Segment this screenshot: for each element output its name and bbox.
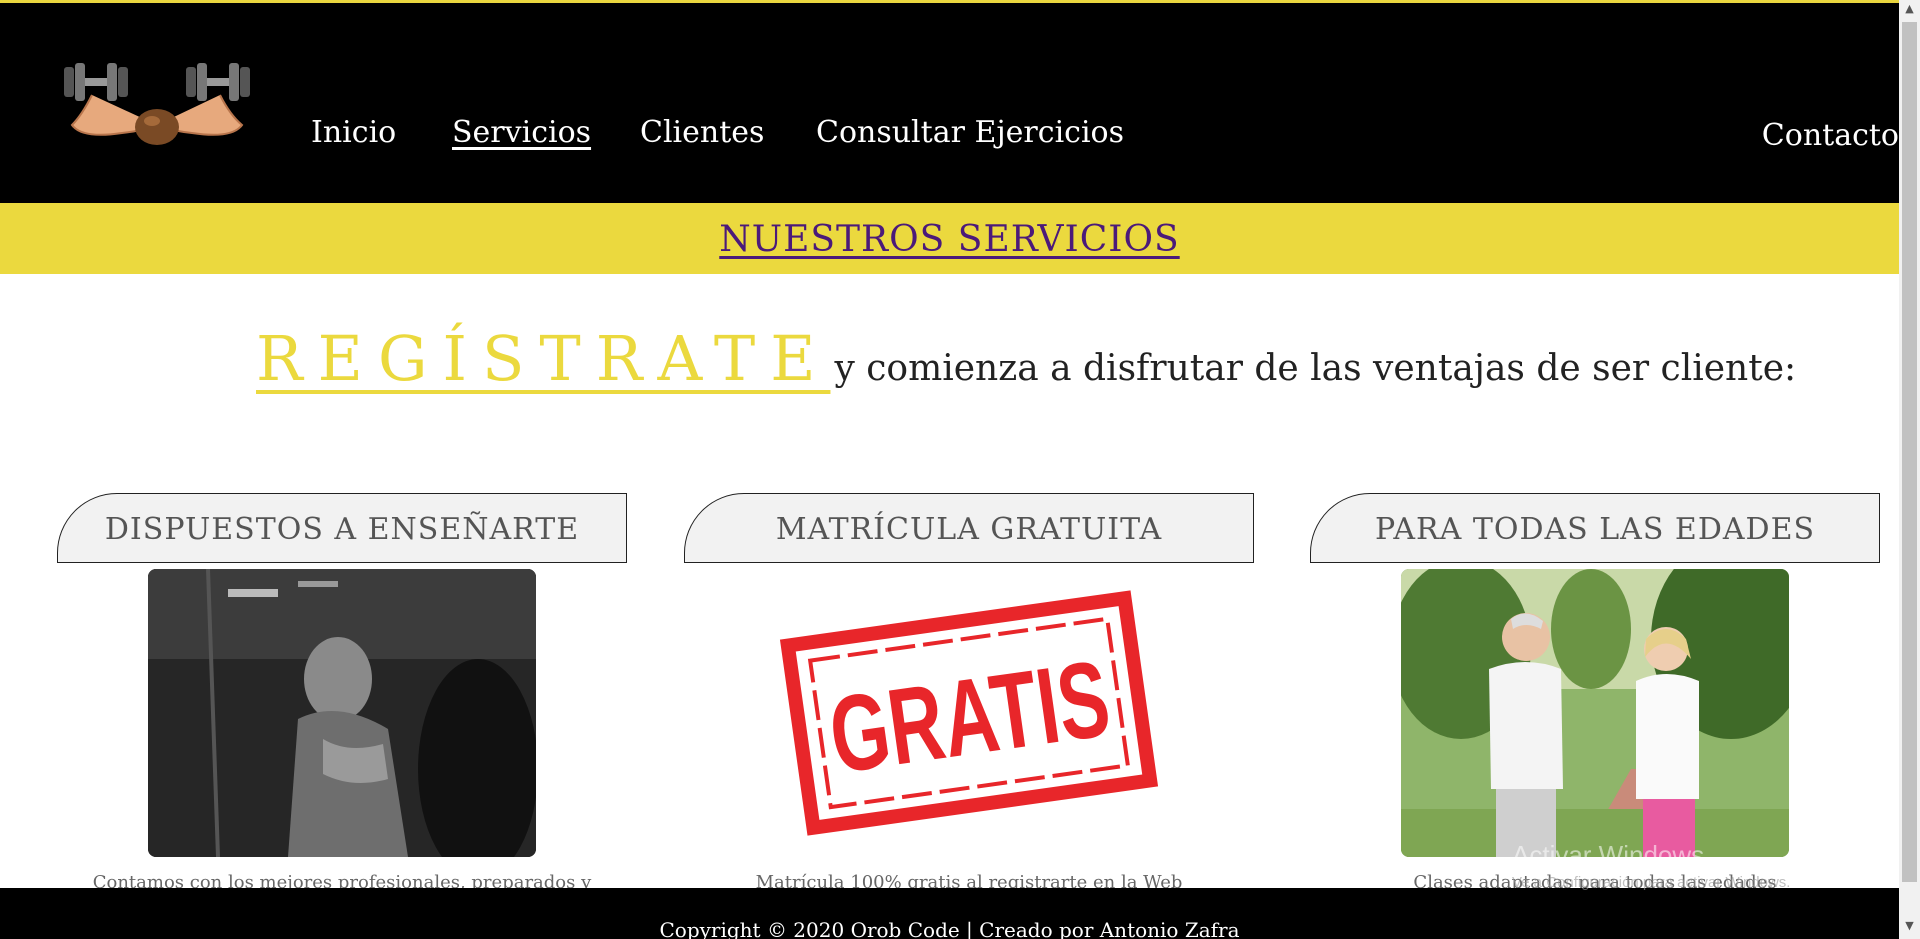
card-image-trainer	[148, 569, 536, 857]
register-tagline: y comienza a disfrutar de las ventajas d…	[834, 348, 1797, 389]
services-banner: NUESTROS SERVICIOS	[0, 203, 1899, 274]
scroll-up-arrow-icon[interactable]: ▲	[1899, 2, 1920, 20]
site-header: Inicio Servicios Clientes Consultar Ejer…	[0, 3, 1899, 203]
card-title-matricula: MATRÍCULA GRATUITA	[684, 493, 1254, 563]
card-image-gratis-stamp: GRATIS	[775, 569, 1163, 857]
scroll-thumb[interactable]	[1902, 22, 1917, 882]
nav-clientes[interactable]: Clientes	[640, 115, 764, 150]
logo-muscle-arms-icon[interactable]	[62, 55, 252, 147]
services-banner-link[interactable]: NUESTROS SERVICIOS	[719, 219, 1179, 260]
page-scrollbar[interactable]: ▲ ▼	[1899, 0, 1920, 939]
footer-copyright: Copyright © 2020 Orob Code | Creado por …	[659, 918, 1240, 939]
nav-contacto[interactable]: Contacto	[1762, 118, 1899, 153]
register-line: REGÍSTRATE y comienza a disfrutar de las …	[256, 322, 1796, 395]
nav-servicios[interactable]: Servicios	[452, 115, 591, 150]
card-image-seniors-jogging	[1401, 569, 1789, 857]
nav-consultar-ejercicios[interactable]: Consultar Ejercicios	[816, 115, 1124, 150]
register-link[interactable]: REGÍSTRATE	[256, 322, 830, 395]
site-footer: Copyright © 2020 Orob Code | Creado por …	[0, 888, 1899, 939]
windows-activation-subtext: Ve a Configuración para activar Windows.	[1512, 874, 1791, 891]
windows-activation-watermark: Activar Windows	[1512, 840, 1705, 870]
nav-inicio[interactable]: Inicio	[311, 115, 396, 150]
card-title-ensenarte: DISPUESTOS A ENSEÑARTE	[57, 493, 627, 563]
scroll-down-arrow-icon[interactable]: ▼	[1899, 919, 1920, 937]
card-title-edades: PARA TODAS LAS EDADES	[1310, 493, 1880, 563]
